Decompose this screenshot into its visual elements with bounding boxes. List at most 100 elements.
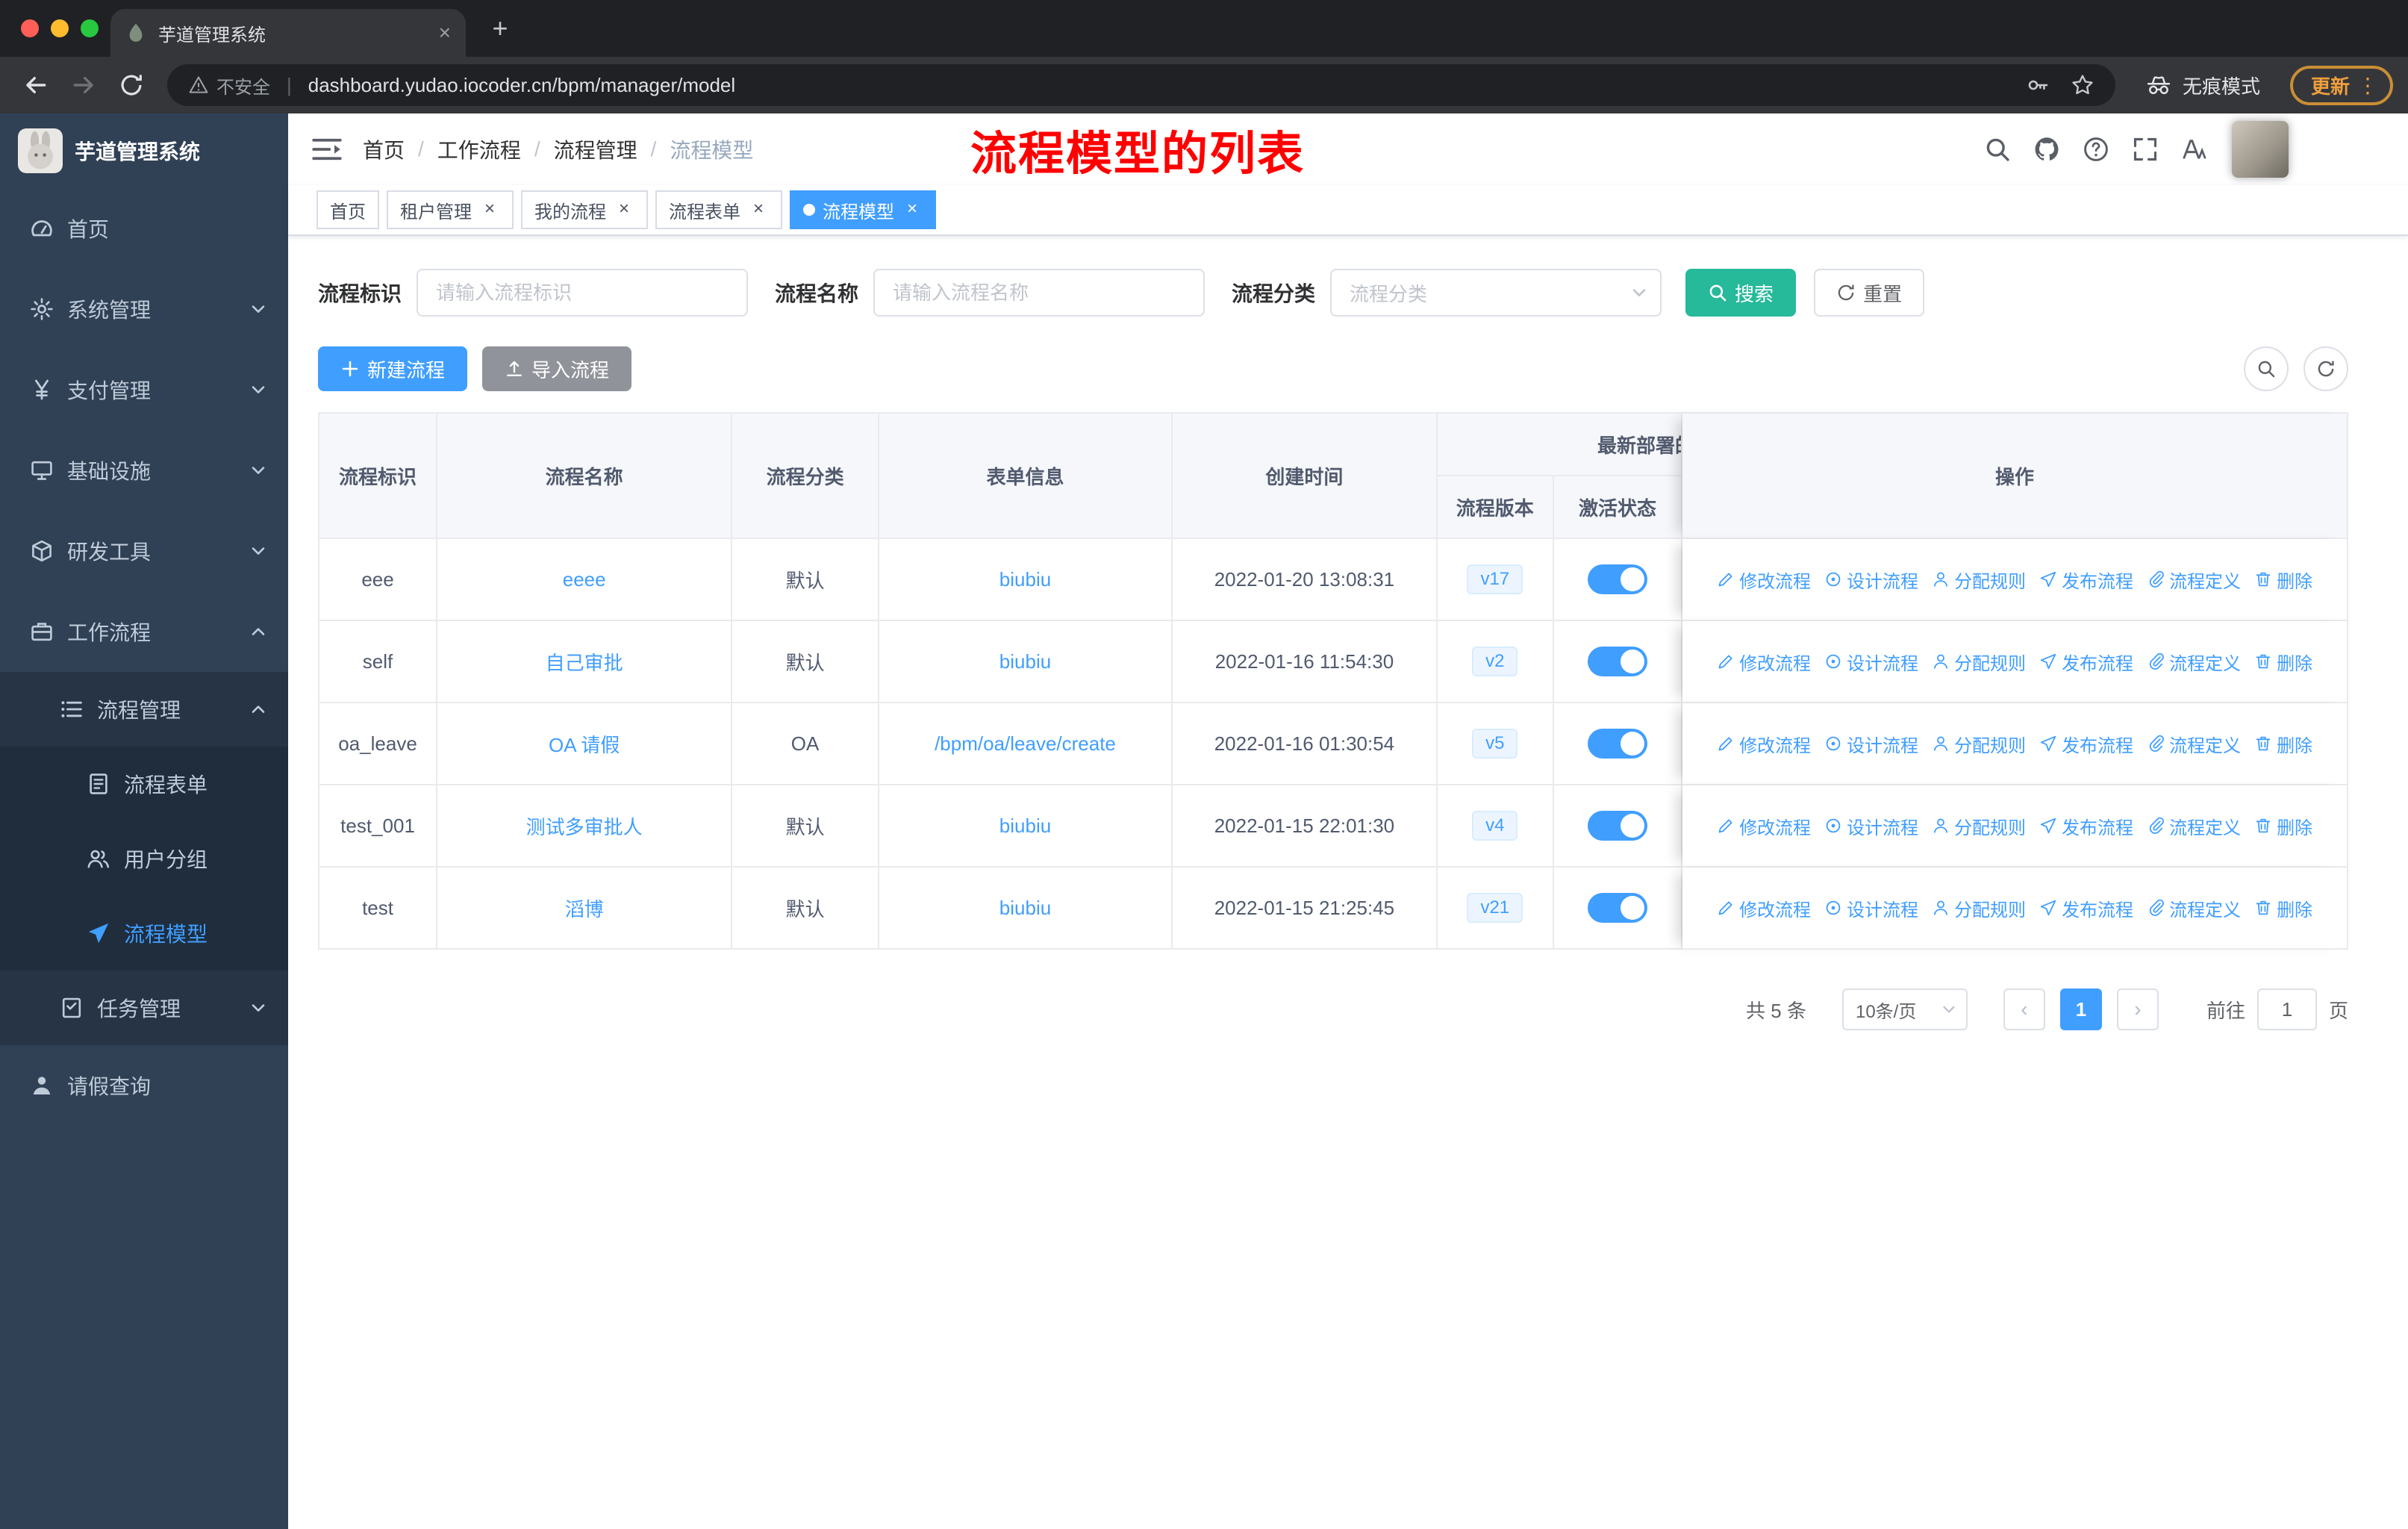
fullscreen-icon[interactable] bbox=[2132, 136, 2159, 163]
publish-process-action[interactable]: 发布流程 bbox=[2039, 813, 2133, 839]
form-info-link[interactable]: biubiu bbox=[999, 568, 1051, 591]
toggle-search-button[interactable] bbox=[2244, 346, 2289, 391]
process-definition-action[interactable]: 流程定义 bbox=[2147, 895, 2241, 921]
active-toggle[interactable] bbox=[1587, 647, 1647, 676]
window-minimize-button[interactable] bbox=[51, 19, 69, 37]
active-toggle[interactable] bbox=[1587, 893, 1647, 923]
breadcrumb-item[interactable]: 工作流程 bbox=[437, 134, 521, 164]
sidebar-item-dev-tools[interactable]: 研发工具 bbox=[0, 511, 288, 591]
reset-button[interactable]: 重置 bbox=[1814, 269, 1925, 317]
delete-action[interactable]: 删除 bbox=[2254, 813, 2312, 839]
close-icon[interactable]: × bbox=[902, 199, 923, 220]
close-icon[interactable]: × bbox=[748, 199, 769, 220]
key-icon[interactable] bbox=[2026, 73, 2050, 97]
sidebar-item-task-management[interactable]: 任务管理 bbox=[0, 971, 288, 1045]
sidebar-item-process-model[interactable]: 流程模型 bbox=[0, 896, 288, 971]
view-tab-process-form[interactable]: 流程表单 × bbox=[655, 190, 782, 229]
github-icon[interactable] bbox=[2033, 136, 2060, 163]
publish-process-action[interactable]: 发布流程 bbox=[2039, 567, 2133, 593]
delete-action[interactable]: 删除 bbox=[2254, 567, 2312, 593]
design-process-action[interactable]: 设计流程 bbox=[1824, 895, 1918, 921]
search-icon[interactable] bbox=[1984, 136, 2011, 163]
bookmark-star-icon[interactable] bbox=[2071, 73, 2094, 97]
close-icon[interactable]: × bbox=[614, 199, 634, 220]
prev-page-button[interactable]: ‹ bbox=[2003, 988, 2045, 1030]
form-info-link[interactable]: biubiu bbox=[999, 897, 1051, 919]
process-name-input[interactable] bbox=[873, 269, 1205, 317]
app-logo-row[interactable]: 芋道管理系统 bbox=[0, 113, 288, 188]
sidebar-item-home[interactable]: 首页 bbox=[0, 188, 288, 269]
hamburger-icon[interactable] bbox=[312, 134, 342, 164]
design-process-action[interactable]: 设计流程 bbox=[1824, 731, 1918, 757]
window-zoom-button[interactable] bbox=[81, 19, 99, 37]
form-info-link[interactable]: biubiu bbox=[999, 650, 1051, 673]
modify-process-action[interactable]: 修改流程 bbox=[1717, 813, 1811, 839]
process-name-link[interactable]: eeee bbox=[563, 568, 606, 591]
view-tab-my-process[interactable]: 我的流程 × bbox=[521, 190, 648, 229]
kebab-menu-icon[interactable]: ⋮ bbox=[2357, 73, 2378, 98]
search-button[interactable]: 搜索 bbox=[1685, 269, 1797, 317]
design-process-action[interactable]: 设计流程 bbox=[1824, 567, 1918, 593]
sidebar-item-user-group[interactable]: 用户分组 bbox=[0, 821, 288, 896]
forward-button[interactable] bbox=[63, 64, 105, 106]
breadcrumb-item[interactable]: 流程管理 bbox=[554, 134, 637, 164]
process-key-input[interactable] bbox=[417, 269, 749, 317]
sidebar-item-payment-management[interactable]: 支付管理 bbox=[0, 349, 288, 430]
publish-process-action[interactable]: 发布流程 bbox=[2039, 895, 2133, 921]
current-page-button[interactable]: 1 bbox=[2059, 988, 2102, 1030]
active-toggle[interactable] bbox=[1587, 564, 1647, 594]
view-tab-home[interactable]: 首页 bbox=[316, 190, 379, 229]
publish-process-action[interactable]: 发布流程 bbox=[2039, 731, 2133, 757]
process-name-link[interactable]: 滔博 bbox=[565, 898, 604, 921]
modify-process-action[interactable]: 修改流程 bbox=[1717, 567, 1811, 593]
assign-rule-action[interactable]: 分配规则 bbox=[1932, 731, 2026, 757]
process-name-link[interactable]: OA 请假 bbox=[549, 734, 620, 756]
create-process-button[interactable]: 新建流程 bbox=[318, 346, 468, 391]
process-name-link[interactable]: 自己审批 bbox=[546, 652, 623, 674]
new-tab-button[interactable]: + bbox=[484, 12, 517, 45]
user-avatar[interactable] bbox=[2232, 121, 2289, 178]
sidebar-item-infrastructure[interactable]: 基础设施 bbox=[0, 430, 288, 511]
form-info-link[interactable]: biubiu bbox=[999, 815, 1051, 837]
browser-tab[interactable]: 芋道管理系统 × bbox=[110, 9, 466, 57]
window-close-button[interactable] bbox=[21, 19, 39, 37]
delete-action[interactable]: 删除 bbox=[2254, 895, 2312, 921]
security-warning[interactable]: 不安全 bbox=[188, 72, 270, 99]
delete-action[interactable]: 删除 bbox=[2254, 731, 2312, 757]
reload-button[interactable] bbox=[110, 64, 152, 106]
sidebar-item-leave-query[interactable]: 请假查询 bbox=[0, 1045, 288, 1126]
modify-process-action[interactable]: 修改流程 bbox=[1717, 649, 1811, 675]
breadcrumb-item[interactable]: 首页 bbox=[363, 134, 405, 164]
active-toggle[interactable] bbox=[1587, 811, 1647, 841]
view-tab-process-model[interactable]: 流程模型 × bbox=[790, 190, 936, 229]
modify-process-action[interactable]: 修改流程 bbox=[1717, 731, 1811, 757]
assign-rule-action[interactable]: 分配规则 bbox=[1932, 813, 2026, 839]
design-process-action[interactable]: 设计流程 bbox=[1824, 813, 1918, 839]
font-size-icon[interactable] bbox=[2181, 136, 2208, 163]
back-button[interactable] bbox=[15, 64, 57, 106]
process-definition-action[interactable]: 流程定义 bbox=[2147, 731, 2241, 757]
publish-process-action[interactable]: 发布流程 bbox=[2039, 649, 2133, 675]
next-page-button[interactable]: › bbox=[2116, 988, 2159, 1030]
page-size-select[interactable]: 10条/页 bbox=[1841, 988, 1968, 1030]
browser-update-button[interactable]: 更新 ⋮ bbox=[2289, 65, 2393, 105]
process-category-select[interactable]: 流程分类 bbox=[1330, 269, 1662, 317]
process-definition-action[interactable]: 流程定义 bbox=[2147, 813, 2241, 839]
sidebar-item-workflow[interactable]: 工作流程 bbox=[0, 591, 288, 672]
form-info-link[interactable]: /bpm/oa/leave/create bbox=[935, 732, 1116, 755]
process-definition-action[interactable]: 流程定义 bbox=[2147, 567, 2241, 593]
assign-rule-action[interactable]: 分配规则 bbox=[1932, 895, 2026, 921]
help-icon[interactable] bbox=[2083, 136, 2109, 163]
import-process-button[interactable]: 导入流程 bbox=[482, 346, 632, 391]
url-bar[interactable]: 不安全 | dashboard.yudao.iocoder.cn/bpm/man… bbox=[167, 64, 2115, 106]
active-toggle[interactable] bbox=[1587, 729, 1647, 759]
sidebar-item-system-management[interactable]: 系统管理 bbox=[0, 269, 288, 349]
delete-action[interactable]: 删除 bbox=[2254, 649, 2312, 675]
modify-process-action[interactable]: 修改流程 bbox=[1717, 895, 1811, 921]
process-definition-action[interactable]: 流程定义 bbox=[2147, 649, 2241, 675]
close-icon[interactable]: × bbox=[479, 199, 500, 220]
goto-page-input[interactable] bbox=[2256, 988, 2317, 1030]
sidebar-item-process-management[interactable]: 流程管理 bbox=[0, 672, 288, 747]
process-name-link[interactable]: 测试多审批人 bbox=[526, 816, 643, 838]
sidebar-item-process-form[interactable]: 流程表单 bbox=[0, 747, 288, 821]
